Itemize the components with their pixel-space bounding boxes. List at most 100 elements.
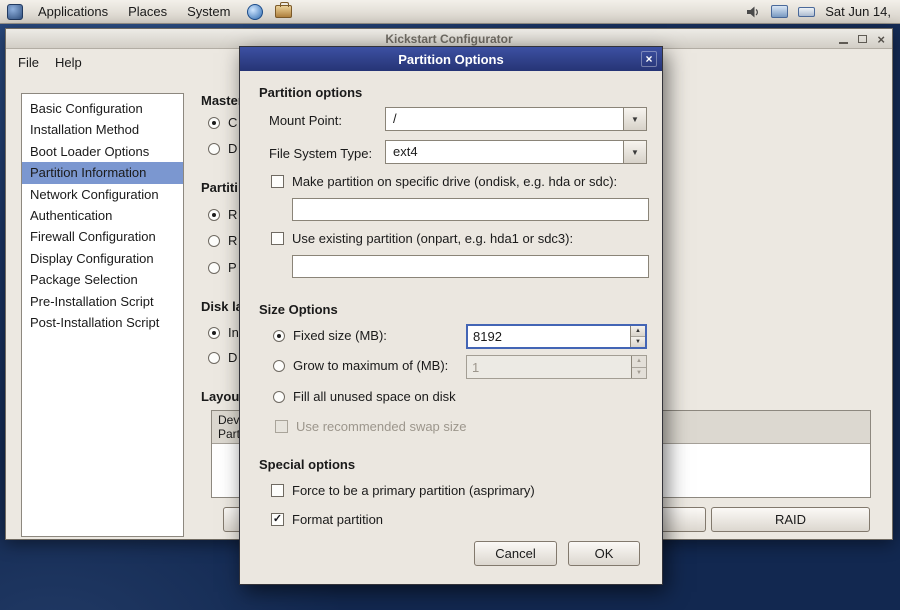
config-section-list: Basic Configuration Installation Method … — [21, 93, 184, 537]
radio-label: C — [228, 115, 237, 130]
onpart-checkbox[interactable]: ✓ — [271, 232, 284, 245]
grow-max-radio-row: Grow to maximum of (MB): — [273, 358, 448, 373]
swap-checkbox-row: ✓ Use recommended swap size — [275, 419, 467, 434]
spin-down-button[interactable]: ▼ — [631, 337, 645, 347]
partition-option-row-1: R — [208, 207, 237, 222]
ondisk-checkbox[interactable]: ✓ — [271, 175, 284, 188]
master-option-row-1: C — [208, 115, 237, 130]
distro-logo-icon[interactable] — [7, 4, 23, 20]
radio-button[interactable] — [208, 143, 220, 155]
partition-option-row-2: R — [208, 233, 237, 248]
desktop: Applications Places System Sat Jun 14, K… — [0, 0, 900, 610]
fs-type-dropdown-button[interactable]: ▼ — [623, 141, 646, 163]
radio-button[interactable] — [208, 209, 220, 221]
sidebar-item-firewall-configuration[interactable]: Firewall Configuration — [22, 226, 183, 247]
master-section-heading: Master — [201, 93, 243, 108]
size-options-heading: Size Options — [259, 302, 338, 317]
panel-left: Applications Places System — [0, 0, 297, 23]
mount-point-label: Mount Point: — [269, 113, 342, 128]
fs-type-combo[interactable]: ext4 ▼ — [385, 140, 647, 164]
fixed-size-spinbox: ▲ ▼ — [466, 324, 647, 349]
fixed-size-input[interactable] — [468, 326, 630, 347]
radio-label: R — [228, 207, 237, 222]
sidebar-item-package-selection[interactable]: Package Selection — [22, 269, 183, 290]
volume-icon[interactable] — [745, 4, 761, 20]
disk-option-row-1: In — [208, 325, 239, 340]
menu-applications-label: Applications — [38, 4, 108, 19]
spin-up-button[interactable]: ▲ — [631, 326, 645, 337]
radio-button[interactable] — [208, 352, 220, 364]
window-title: Kickstart Configurator — [6, 32, 892, 46]
format-partition-checkbox[interactable]: ✓ — [271, 513, 284, 526]
sidebar-item-boot-loader-options[interactable]: Boot Loader Options — [22, 141, 183, 162]
grow-max-radio[interactable] — [273, 360, 285, 372]
radio-button[interactable] — [208, 235, 220, 247]
format-partition-label: Format partition — [292, 512, 383, 527]
input-device-applet-icon[interactable] — [798, 7, 815, 17]
ondisk-input[interactable] — [292, 198, 649, 221]
radio-label: R — [228, 233, 237, 248]
arrow-up-icon: ▲ — [636, 358, 642, 364]
master-option-row-2: D — [208, 141, 237, 156]
radio-label: D — [228, 350, 237, 365]
grow-max-spinner: ▲ ▼ — [631, 356, 646, 378]
radio-label: P — [228, 260, 237, 275]
check-icon: ✓ — [273, 514, 282, 525]
asprimary-checkbox[interactable]: ✓ — [271, 484, 284, 497]
menu-system-label: System — [187, 4, 230, 19]
special-options-heading: Special options — [259, 457, 355, 472]
raid-button[interactable]: RAID — [711, 507, 870, 532]
sidebar-item-display-configuration[interactable]: Display Configuration — [22, 248, 183, 269]
minimize-icon[interactable] — [839, 42, 848, 44]
fixed-size-label: Fixed size (MB): — [293, 328, 387, 343]
menu-applications[interactable]: Applications — [28, 0, 118, 23]
disk-option-row-2: D — [208, 350, 237, 365]
dialog-titlebar[interactable]: Partition Options × — [240, 47, 662, 71]
close-icon[interactable]: × — [877, 33, 885, 46]
menu-places[interactable]: Places — [118, 0, 177, 23]
arrow-down-icon: ▼ — [635, 339, 641, 345]
asprimary-label: Force to be a primary partition (asprima… — [292, 483, 535, 498]
toolbox-launcher-icon[interactable] — [275, 5, 292, 18]
onpart-input[interactable] — [292, 255, 649, 278]
grow-max-input — [467, 356, 631, 378]
chevron-down-icon: ▼ — [631, 115, 639, 124]
panel-clock[interactable]: Sat Jun 14, — [825, 4, 891, 19]
menubar-file[interactable]: File — [18, 55, 39, 70]
fill-unused-radio[interactable] — [273, 391, 285, 403]
menubar-help[interactable]: Help — [55, 55, 82, 70]
sidebar-item-pre-installation-script[interactable]: Pre-Installation Script — [22, 291, 183, 312]
browser-launcher-icon[interactable] — [247, 4, 263, 20]
cancel-button[interactable]: Cancel — [474, 541, 557, 566]
partition-option-row-3: P — [208, 260, 237, 275]
mount-point-dropdown-button[interactable]: ▼ — [623, 108, 646, 130]
sidebar-item-installation-method[interactable]: Installation Method — [22, 119, 183, 140]
sidebar-item-partition-information[interactable]: Partition Information — [22, 162, 183, 183]
sidebar-item-post-installation-script[interactable]: Post-Installation Script — [22, 312, 183, 333]
window-controls: × — [839, 29, 885, 49]
mount-point-combo[interactable]: / ▼ — [385, 107, 647, 131]
radio-button[interactable] — [208, 117, 220, 129]
layout-section-heading: Layout — [201, 389, 244, 404]
dialog-close-icon[interactable]: × — [641, 51, 657, 67]
disk-label-section-heading: Disk la — [201, 299, 243, 314]
sidebar-item-authentication[interactable]: Authentication — [22, 205, 183, 226]
ok-button[interactable]: OK — [568, 541, 640, 566]
display-applet-icon[interactable] — [771, 5, 788, 18]
sidebar-item-network-configuration[interactable]: Network Configuration — [22, 184, 183, 205]
dialog-title: Partition Options — [398, 52, 503, 67]
fixed-size-radio[interactable] — [273, 330, 285, 342]
grow-max-spinbox: ▲ ▼ — [466, 355, 647, 379]
arrow-up-icon: ▲ — [635, 328, 641, 334]
onpart-label: Use existing partition (onpart, e.g. hda… — [292, 231, 573, 246]
radio-button[interactable] — [208, 262, 220, 274]
fs-type-value: ext4 — [386, 141, 623, 163]
swap-label: Use recommended swap size — [296, 419, 467, 434]
fill-unused-label: Fill all unused space on disk — [293, 389, 456, 404]
panel-right: Sat Jun 14, — [745, 4, 900, 20]
radio-button[interactable] — [208, 327, 220, 339]
menu-system[interactable]: System — [177, 0, 240, 23]
maximize-icon[interactable] — [858, 35, 867, 43]
sidebar-item-basic-configuration[interactable]: Basic Configuration — [22, 98, 183, 119]
ondisk-checkbox-row: ✓ Make partition on specific drive (ondi… — [271, 174, 617, 189]
